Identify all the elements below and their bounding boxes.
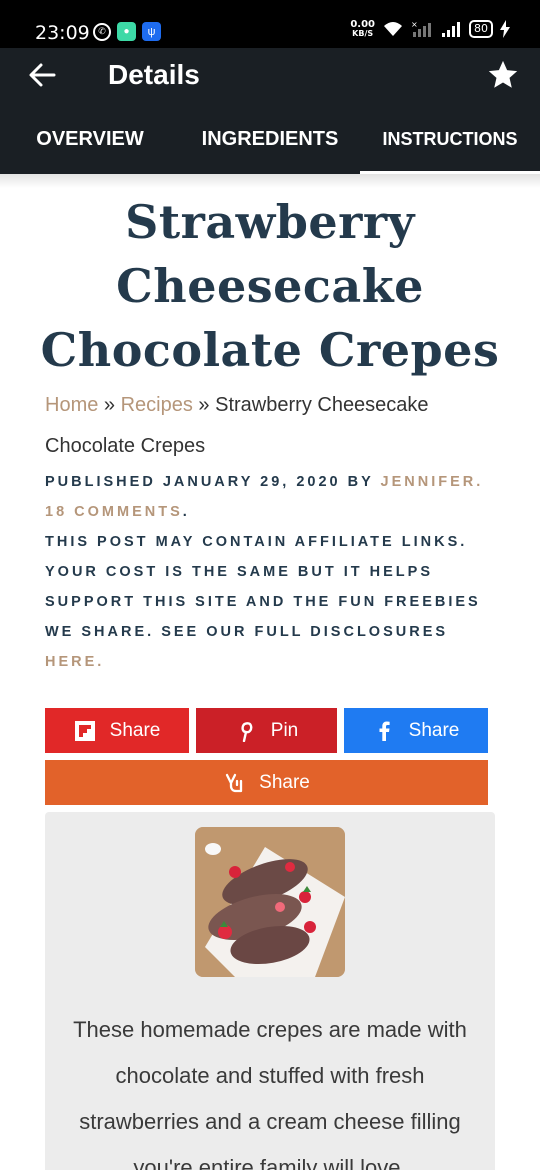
yummly-icon <box>225 773 243 792</box>
notification-icons: ✆ ● ψ <box>93 22 161 41</box>
pinterest-pin-button[interactable]: Pin <box>196 708 337 753</box>
app-bar: Details <box>0 48 540 104</box>
recipe-photo[interactable] <box>195 827 345 977</box>
breadcrumb-separator: » <box>98 394 121 416</box>
comments-link[interactable]: 18 COMMENTS <box>45 504 183 520</box>
tab-ingredients[interactable]: INGREDIENTS <box>180 104 360 174</box>
whatsapp-icon: ✆ <box>93 22 111 41</box>
breadcrumb-home-link[interactable]: Home <box>45 394 98 416</box>
arrow-left-icon[interactable] <box>28 61 56 89</box>
recipe-title: Strawberry Cheesecake Chocolate Crepes <box>40 195 500 377</box>
page-title: Details <box>108 59 200 90</box>
yummly-share-label: Share <box>259 771 310 793</box>
facebook-icon <box>379 721 390 741</box>
post-meta: PUBLISHED JANUARY 29, 2020 BY JENNIFER. … <box>45 467 505 677</box>
disclosure-text: THIS POST MAY CONTAIN AFFILIATE LINKS. Y… <box>45 534 481 640</box>
meta-period: . <box>182 504 190 520</box>
share-buttons: Share Pin Share <box>45 708 488 753</box>
tab-instructions[interactable]: INSTRUCTIONS <box>360 104 540 174</box>
wifi-icon <box>384 22 402 36</box>
breadcrumb-separator: » <box>192 394 216 416</box>
disclosure-period: . <box>97 654 105 670</box>
author-link[interactable]: JENNIFER <box>381 474 477 490</box>
flipboard-icon <box>74 720 95 741</box>
signal-off-icon: × <box>411 20 431 37</box>
meta-separator: . <box>476 474 484 490</box>
status-right: 0.00 KB/S × 80 <box>350 20 510 38</box>
pinterest-pin-label: Pin <box>270 719 299 741</box>
network-speed: 0.00 KB/S <box>350 19 375 39</box>
status-bar: 23:09 ✆ ● ψ 0.00 KB/S × 80 <box>0 0 540 48</box>
usb-icon: ψ <box>142 22 161 41</box>
charging-icon <box>500 20 510 38</box>
breadcrumb-recipes-link[interactable]: Recipes <box>121 394 193 416</box>
status-time: 23:09 <box>35 22 90 44</box>
divider <box>0 174 540 188</box>
yummly-share-button[interactable]: Share <box>45 760 488 805</box>
disclosure-link[interactable]: HERE <box>45 654 97 670</box>
pinterest-icon <box>241 721 253 742</box>
svg-text:×: × <box>411 20 418 29</box>
tab-overview[interactable]: OVERVIEW <box>0 104 180 174</box>
facebook-share-button[interactable]: Share <box>344 708 488 753</box>
facebook-share-label: Share <box>408 719 460 741</box>
published-text: PUBLISHED JANUARY 29, 2020 BY <box>45 474 381 490</box>
recipe-description: These homemade crepes are made with choc… <box>73 1017 467 1170</box>
tab-bar: OVERVIEW INGREDIENTS INSTRUCTIONS <box>0 104 540 174</box>
breadcrumb: Home » Recipes » Strawberry Cheesecake C… <box>45 385 495 467</box>
recipe-card: These homemade crepes are made with choc… <box>45 812 495 1170</box>
signal-icon <box>442 22 460 37</box>
flipboard-share-label: Share <box>109 719 161 741</box>
speed-value: 0.00 <box>350 19 375 30</box>
battery-indicator: 80 <box>469 20 493 38</box>
flipboard-share-button[interactable]: Share <box>45 708 189 753</box>
star-icon[interactable] <box>486 58 520 92</box>
speed-unit: KB/S <box>352 29 374 38</box>
chat-app-icon: ● <box>117 22 136 41</box>
